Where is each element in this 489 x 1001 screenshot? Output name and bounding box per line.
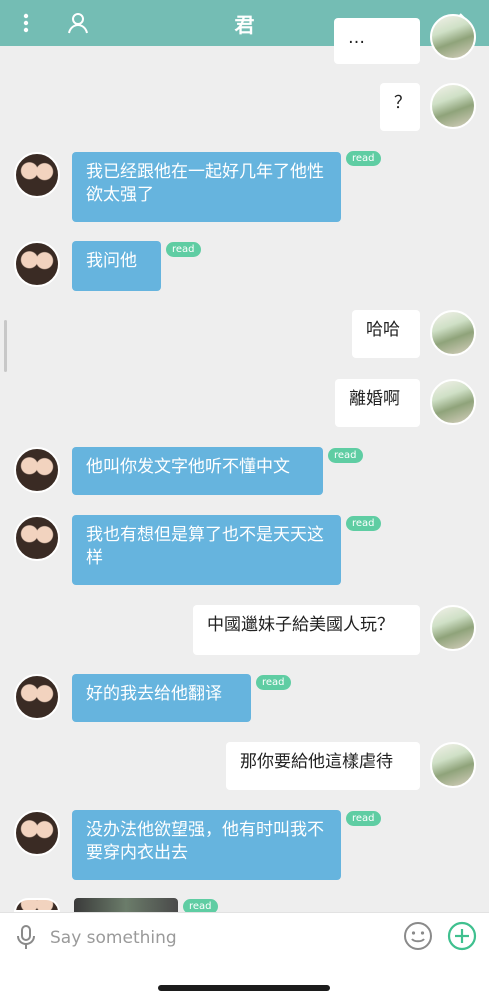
plus-circle-icon[interactable] [446, 920, 478, 952]
read-badge: read [346, 516, 381, 531]
message-text: 我也有想但是算了也不是天天这样 [86, 525, 324, 568]
read-badge: read [328, 448, 363, 463]
message-text: ？ [394, 93, 411, 113]
message-text: 没办法他欲望强，他有时叫我不要穿内衣出去 [86, 820, 324, 863]
photo-message[interactable] [74, 898, 178, 912]
home-indicator [158, 985, 330, 991]
message-bubble-mine[interactable]: 那你要給他這樣虐待 [226, 742, 420, 790]
message-bubble-mine[interactable]: 中國邋妹子給美國人玩？ [193, 605, 420, 655]
read-badge: read [346, 811, 381, 826]
my-avatar[interactable] [430, 310, 476, 356]
message-bubble-theirs[interactable]: 好的我去给他翻译 [72, 674, 251, 722]
read-badge: read [166, 242, 201, 257]
message-bubble-mine[interactable]: … [334, 18, 420, 64]
microphone-icon[interactable] [12, 923, 40, 951]
contact-avatar[interactable] [14, 515, 60, 561]
message-input[interactable] [48, 921, 392, 955]
message-bubble-theirs[interactable]: 没办法他欲望强，他有时叫我不要穿内衣出去 [72, 810, 341, 880]
contact-avatar[interactable] [14, 810, 60, 856]
message-text: 好的我去给他翻译 [86, 684, 222, 704]
message-bubble-mine[interactable]: 哈哈 [352, 310, 420, 358]
contact-avatar[interactable] [14, 898, 60, 912]
message-text: 我问他 [86, 251, 137, 271]
message-bubble-theirs[interactable]: 我已经跟他在一起好几年了他性欲太强了 [72, 152, 341, 222]
my-avatar[interactable] [430, 742, 476, 788]
contact-avatar[interactable] [14, 241, 60, 287]
my-avatar[interactable] [430, 83, 476, 129]
read-badge: read [256, 675, 291, 690]
message-text: 我已经跟他在一起好几年了他性欲太强了 [86, 162, 324, 205]
message-bubble-theirs[interactable]: 我也有想但是算了也不是天天这样 [72, 515, 341, 585]
read-badge: read [346, 151, 381, 166]
message-bubble-theirs[interactable]: 我问他 [72, 241, 161, 291]
message-text: … [348, 28, 365, 48]
message-text: 他叫你发文字他听不懂中文 [86, 457, 290, 477]
contact-avatar[interactable] [14, 152, 60, 198]
smiley-icon[interactable] [402, 920, 434, 952]
message-text: 那你要給他這樣虐待 [240, 752, 393, 772]
message-bubble-mine[interactable]: 離婚啊 [335, 379, 420, 427]
message-bubble-mine[interactable]: ？ [380, 83, 420, 131]
my-avatar[interactable] [430, 14, 476, 60]
contact-avatar[interactable] [14, 447, 60, 493]
my-avatar[interactable] [430, 379, 476, 425]
my-avatar[interactable] [430, 605, 476, 651]
message-text: 哈哈 [366, 320, 400, 340]
contact-avatar[interactable] [14, 674, 60, 720]
scroll-indicator[interactable] [4, 320, 7, 372]
message-text: 離婚啊 [349, 389, 400, 409]
message-bubble-theirs[interactable]: 他叫你发文字他听不懂中文 [72, 447, 323, 495]
message-text: 中國邋妹子給美國人玩？ [207, 615, 394, 635]
message-input-bar [0, 912, 489, 1001]
